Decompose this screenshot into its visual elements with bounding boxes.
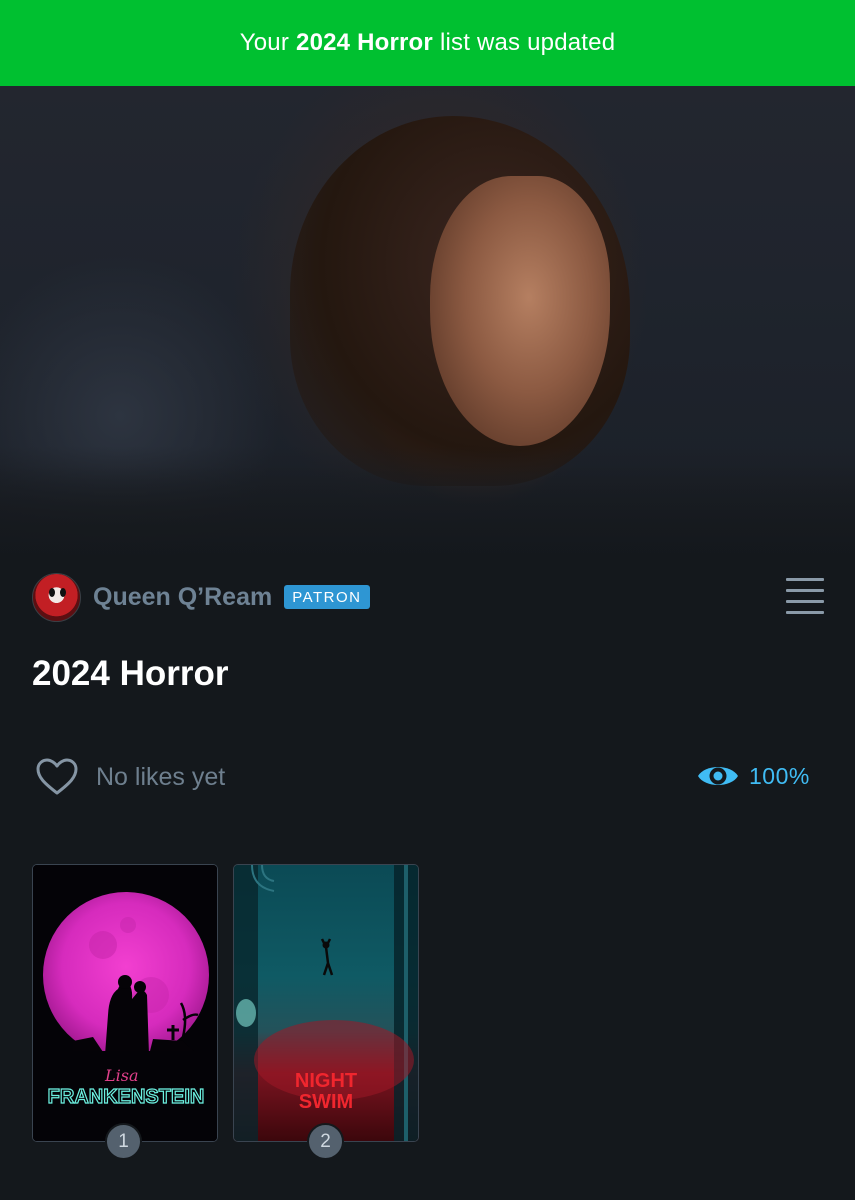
poster-title-text: FRANKENSTEIN (48, 1086, 205, 1108)
list-owner[interactable]: Queen Q’Ream PATRON (32, 572, 370, 622)
poster-title-line1: NIGHT (295, 1070, 357, 1092)
list-title: 2024 Horror (32, 654, 229, 693)
poster-art: NIGHT SWIM (234, 865, 418, 1141)
banner-prefix: Your (239, 29, 290, 56)
list-position-badge: 1 (105, 1123, 142, 1160)
poster-art: Lisa FRANKENSTEIN (33, 865, 217, 1141)
banner-list-name[interactable]: 2024 Horror (296, 29, 433, 57)
film-poster-night-swim[interactable]: NIGHT SWIM (233, 864, 419, 1142)
poster-title-line2: SWIM (299, 1091, 353, 1113)
list-backdrop-image (0, 86, 855, 586)
list-updated-banner: Your 2024 Horror list was updated (0, 0, 855, 86)
list-position-badge: 2 (307, 1123, 344, 1160)
film-poster-lisa-frankenstein[interactable]: Lisa FRANKENSTEIN (32, 864, 218, 1142)
owner-name[interactable]: Queen Q’Ream (93, 583, 272, 612)
patron-badge: PATRON (284, 585, 370, 609)
heart-icon[interactable] (36, 758, 78, 796)
like-button[interactable]: No likes yet (36, 758, 225, 796)
avatar[interactable] (32, 572, 81, 622)
watched-stat[interactable]: 100% (697, 760, 810, 792)
banner-suffix: list was updated (439, 29, 616, 56)
watched-percent: 100% (749, 762, 810, 789)
menu-icon[interactable] (786, 578, 824, 614)
poster-script-text: Lisa (104, 1066, 139, 1085)
likes-count-text: No likes yet (96, 762, 226, 791)
eye-icon (698, 767, 738, 785)
